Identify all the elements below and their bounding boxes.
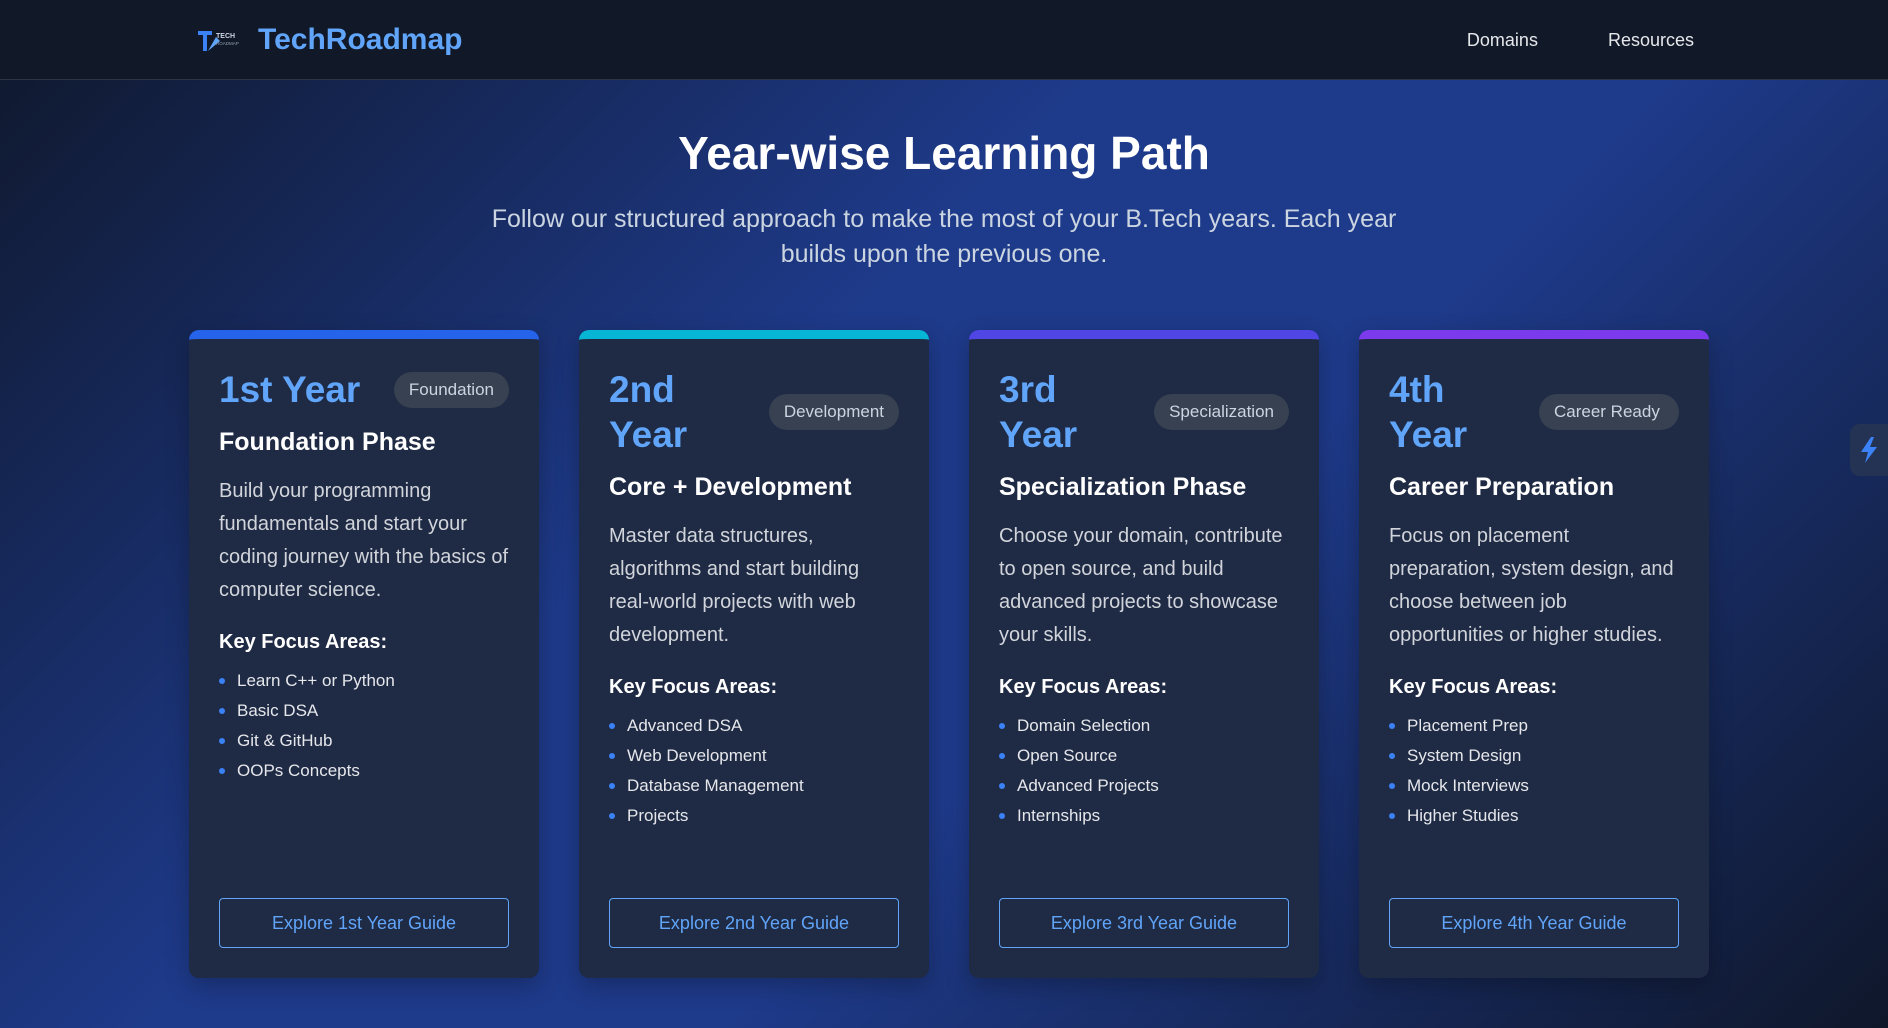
focus-item: Mock Interviews [1389,771,1679,801]
nav-links: Domains Resources [1467,0,1694,80]
year-title: 1st Year [219,369,361,410]
phase-title: Career Preparation [1389,473,1615,501]
focus-title: Key Focus Areas: [219,631,388,653]
focus-list: Domain Selection Open Source Advanced Pr… [999,711,1289,831]
navbar: TECH ROADMAP TechRoadmap Domains Resourc… [0,0,1888,80]
phase-badge: Specialization [1154,394,1289,430]
focus-item: OOPs Concepts [219,756,509,786]
explore-3rd-year-button[interactable]: Explore 3rd Year Guide [999,898,1289,948]
brand-name: TechRoadmap [258,23,463,56]
phase-title: Core + Development [609,473,852,501]
explore-2nd-year-button[interactable]: Explore 2nd Year Guide [609,898,899,948]
year-card-2: 2nd Year Development Core + Development … [579,330,929,978]
card-description: Choose your domain, contribute to open s… [999,525,1283,646]
focus-item: Domain Selection [999,711,1289,741]
focus-item: Internships [999,801,1289,831]
card-description: Build your programming fundamentals and … [219,480,509,601]
year-card-4: 4th Year Career Ready Career Preparation… [1359,330,1709,978]
card-description: Focus on placement preparation, system d… [1389,525,1674,646]
year-card-1: 1st Year Foundation Foundation Phase Bui… [189,330,539,978]
tech-roadmap-logo-icon: TECH ROADMAP [198,31,239,51]
brand[interactable]: TECH ROADMAP TechRoadmap [196,0,462,80]
phase-title: Foundation Phase [219,428,436,456]
card-description: Master data structures, algorithms and s… [609,525,860,646]
phase-badge: Foundation [393,371,509,408]
focus-item: Advanced DSA [609,711,899,741]
phase-badge: Career Ready [1539,394,1679,430]
focus-title: Key Focus Areas: [609,676,778,698]
year-title: 4th Year [1389,369,1468,455]
focus-item: Open Source [999,741,1289,771]
page-subtitle: Follow our structured approach to make t… [491,205,1397,268]
nav-link-resources[interactable]: Resources [1608,30,1694,51]
focus-item: Higher Studies [1389,801,1679,831]
svg-text:TECH: TECH [216,33,235,40]
card-header: 3rd Year Specialization [999,367,1289,457]
year-title: 2nd Year [609,369,688,455]
focus-item: Basic DSA [219,696,509,726]
svg-text:ROADMAP: ROADMAP [216,41,239,46]
focus-item: Web Development [609,741,899,771]
focus-title: Key Focus Areas: [999,676,1168,698]
side-widget-tab[interactable] [1850,424,1888,476]
nav-link-domains[interactable]: Domains [1467,30,1538,51]
lightning-icon [1861,437,1877,463]
focus-item: Placement Prep [1389,711,1679,741]
focus-item: Advanced Projects [999,771,1289,801]
explore-4th-year-button[interactable]: Explore 4th Year Guide [1389,898,1679,948]
year-title: 3rd Year [999,369,1078,455]
phase-badge: Development [768,394,899,430]
explore-1st-year-button[interactable]: Explore 1st Year Guide [219,898,509,948]
focus-item: Learn C++ or Python [219,666,509,696]
card-header: 1st Year Foundation [219,367,509,412]
page-title: Year-wise Learning Path [678,127,1210,179]
focus-item: Projects [609,801,899,831]
phase-title: Specialization Phase [999,473,1247,501]
focus-item: System Design [1389,741,1679,771]
card-header: 2nd Year Development [609,367,899,457]
focus-list: Learn C++ or Python Basic DSA Git & GitH… [219,666,509,786]
focus-list: Placement Prep System Design Mock Interv… [1389,711,1679,831]
year-card-3: 3rd Year Specialization Specialization P… [969,330,1319,978]
focus-title: Key Focus Areas: [1389,676,1558,698]
card-header: 4th Year Career Ready [1389,367,1679,457]
focus-item: Git & GitHub [219,726,509,756]
focus-item: Database Management [609,771,899,801]
focus-list: Advanced DSA Web Development Database Ma… [609,711,899,831]
